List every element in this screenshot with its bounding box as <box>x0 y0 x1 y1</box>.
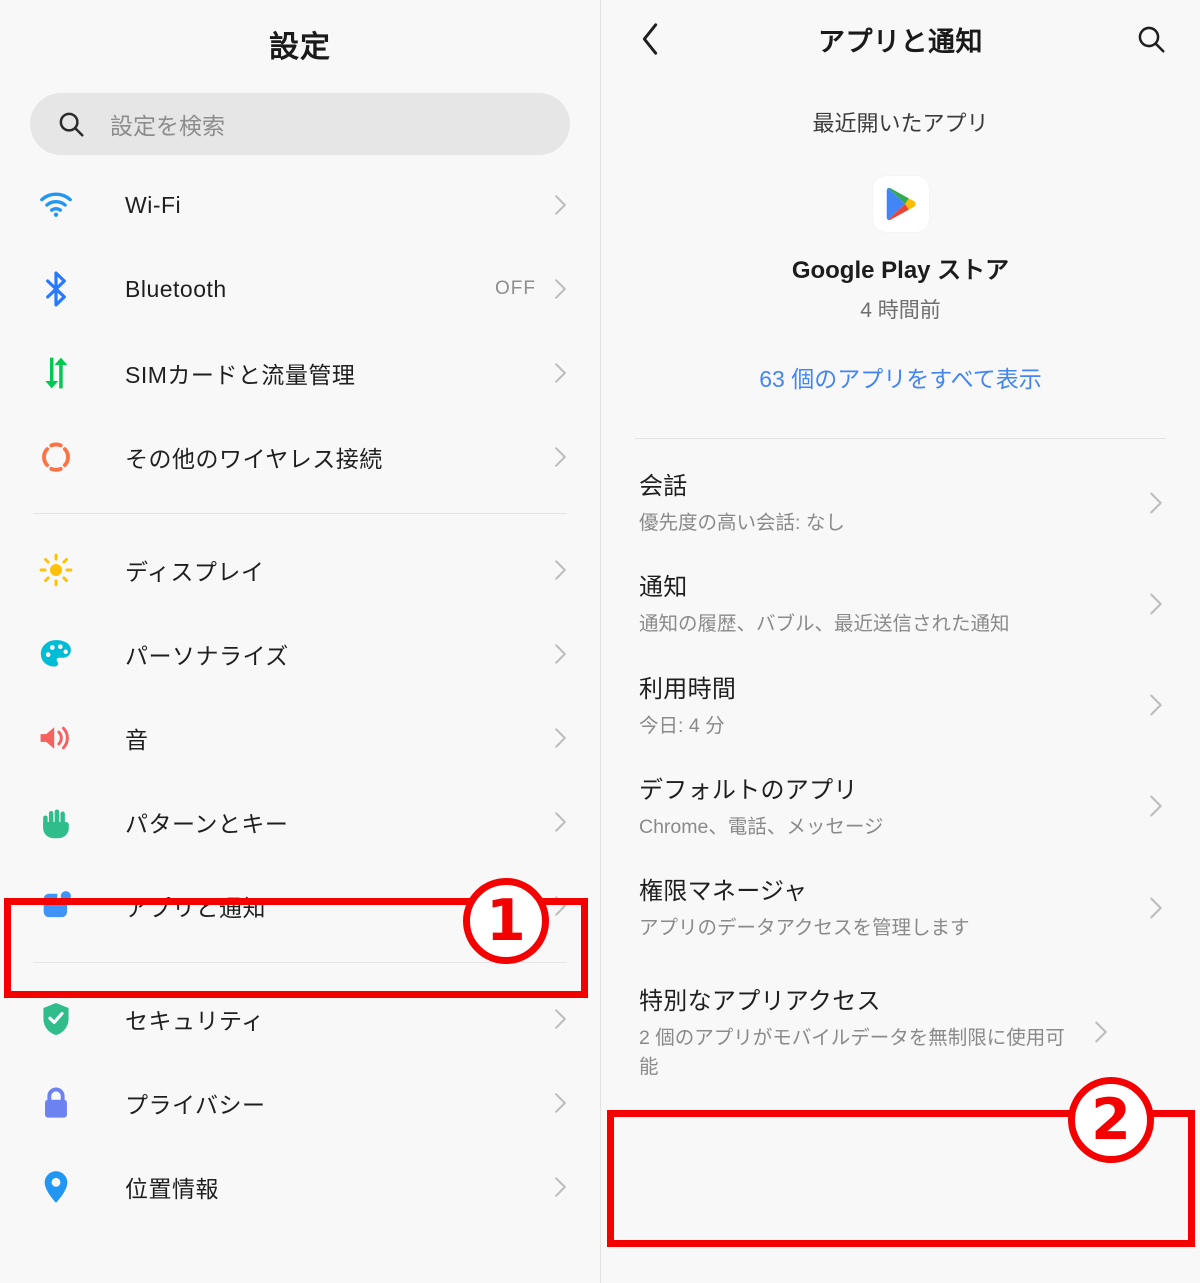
sim-data-icon <box>33 353 79 393</box>
list-item-title: 利用時間 <box>639 675 737 703</box>
list-item-permission-manager[interactable]: 権限マネージャ アプリのデータアクセスを管理します <box>601 856 1200 957</box>
list-item-subtitle: Chrome、電話、メッセージ <box>639 815 884 838</box>
sidebar-item-label: その他のワイヤレス接続 <box>125 446 383 472</box>
sidebar-item-label: SIMカードと流量管理 <box>125 362 356 388</box>
sidebar-item-label: ディスプレイ <box>125 559 265 585</box>
chevron-right-icon <box>554 362 567 384</box>
sidebar-item-label: プライバシー <box>125 1092 266 1118</box>
list-item-default-apps[interactable]: デフォルトのアプリ Chrome、電話、メッセージ <box>601 755 1200 856</box>
settings-list: 会話 優先度の高い会話: なし 通知 通知の履歴、バブル、最近送信された通知 利… <box>601 451 1200 1096</box>
list-item-subtitle: アプリのデータアクセスを管理します <box>639 917 970 940</box>
sidebar-item-wifi[interactable]: Wi-Fi <box>0 163 600 247</box>
recent-app-name: Google Play ストア <box>791 257 1010 284</box>
list-item-title: 会話 <box>639 473 688 500</box>
display-brightness-icon <box>33 550 79 590</box>
list-item-subtitle: 2 個のアプリがモバイルデータを無制限に使用可能 <box>639 1027 1065 1078</box>
chevron-right-icon <box>554 1008 567 1030</box>
sidebar-item-location[interactable]: 位置情報 <box>0 1145 600 1229</box>
list-item-title: デフォルトのアプリ <box>639 776 858 804</box>
chevron-right-icon <box>554 446 567 468</box>
chevron-right-icon <box>1094 1020 1107 1043</box>
annotation-callout-1: 1 <box>463 878 549 964</box>
chevron-right-icon <box>554 895 567 917</box>
sidebar-item-label: 音 <box>125 727 149 753</box>
sidebar-item-personalize[interactable]: パーソナライズ <box>0 612 600 696</box>
sidebar-item-label: パーソナライズ <box>125 643 289 669</box>
page-title: 設定 <box>269 31 331 64</box>
recent-app-card[interactable]: Google Play ストア 4 時間前 <box>601 176 1200 324</box>
chevron-right-icon <box>554 1176 567 1198</box>
list-item-conversations[interactable]: 会話 優先度の高い会話: なし <box>601 451 1200 552</box>
sidebar-item-sound[interactable]: 音 <box>0 696 600 780</box>
chevron-right-icon <box>554 643 567 665</box>
chevron-right-icon <box>1149 592 1162 615</box>
section-divider <box>635 438 1166 439</box>
see-all-apps-link[interactable]: 63 個のアプリをすべて表示 <box>601 360 1200 394</box>
google-play-icon <box>872 176 929 232</box>
page-title: アプリと通知 <box>818 26 983 57</box>
apps-notifications-icon <box>33 886 79 926</box>
recent-apps-label: 最近開いたアプリ <box>812 111 989 136</box>
apps-notifications-screen: アプリと通知 最近開いたアプリ Google Play ストア 4 時間前 63… <box>600 0 1200 1283</box>
chevron-right-icon <box>1149 491 1162 514</box>
search-placeholder: 設定を検索 <box>110 113 225 139</box>
list-item-notifications[interactable]: 通知 通知の履歴、バブル、最近送信された通知 <box>601 552 1200 653</box>
search-input[interactable]: 設定を検索 <box>30 93 570 155</box>
back-chevron-icon[interactable] <box>629 18 671 60</box>
sidebar-item-privacy[interactable]: プライバシー <box>0 1061 600 1145</box>
list-item-subtitle: 今日: 4 分 <box>639 714 725 737</box>
sidebar-item-sim-data[interactable]: SIMカードと流量管理 <box>0 331 600 415</box>
location-pin-icon <box>33 1167 79 1207</box>
recent-app-time: 4 時間前 <box>860 299 941 322</box>
hand-gesture-icon <box>33 802 79 842</box>
chevron-right-icon <box>554 727 567 749</box>
screenshot-root: 設定 設定を検索 Wi-Fi Bluetooth OFF SIMカードと流量管理… <box>0 0 1200 1283</box>
chevron-right-icon <box>554 559 567 581</box>
sidebar-item-bluetooth[interactable]: Bluetooth OFF <box>0 247 600 331</box>
sidebar-item-label: パターンとキー <box>125 811 289 837</box>
sidebar-item-value: OFF <box>495 278 536 299</box>
annotation-callout-2: 2 <box>1068 1077 1154 1163</box>
lock-icon <box>33 1083 79 1123</box>
shield-check-icon <box>33 999 79 1039</box>
chevron-right-icon <box>554 278 567 300</box>
list-divider <box>33 962 567 963</box>
list-item-title: 権限マネージャ <box>639 878 808 906</box>
chevron-right-icon <box>554 811 567 833</box>
sidebar-item-label: Wi-Fi <box>125 191 182 218</box>
chevron-right-icon <box>554 1092 567 1114</box>
sidebar-item-display[interactable]: ディスプレイ <box>0 528 600 612</box>
sidebar-item-label: 位置情報 <box>125 1176 219 1202</box>
sound-icon <box>33 718 79 758</box>
chevron-right-icon <box>1149 896 1162 919</box>
sidebar-item-label: Bluetooth <box>125 275 227 302</box>
chevron-right-icon <box>554 194 567 216</box>
chevron-right-icon <box>1149 794 1162 817</box>
app-bar: アプリと通知 <box>601 0 1200 78</box>
list-item-screen-time[interactable]: 利用時間 今日: 4 分 <box>601 654 1200 755</box>
settings-screen: 設定 設定を検索 Wi-Fi Bluetooth OFF SIMカードと流量管理… <box>0 0 600 1283</box>
sidebar-item-security[interactable]: セキュリティ <box>0 977 600 1061</box>
list-item-special-app-access[interactable]: 特別なアプリアクセス 2 個のアプリがモバイルデータを無制限に使用可能 <box>601 957 1200 1096</box>
wifi-icon <box>33 185 79 225</box>
search-icon[interactable] <box>1130 18 1172 60</box>
sidebar-item-pattern-keys[interactable]: パターンとキー <box>0 780 600 864</box>
search-icon <box>56 109 86 139</box>
list-item-subtitle: 優先度の高い会話: なし <box>639 512 845 534</box>
sidebar-item-label: セキュリティ <box>125 1008 265 1034</box>
wireless-icon <box>33 437 79 477</box>
chevron-right-icon <box>1149 693 1162 716</box>
list-item-subtitle: 通知の履歴、バブル、最近送信された通知 <box>639 613 1010 636</box>
settings-list: Wi-Fi Bluetooth OFF SIMカードと流量管理 その他のワイヤレ… <box>0 163 600 1229</box>
sidebar-item-other-wireless[interactable]: その他のワイヤレス接続 <box>0 415 600 499</box>
bluetooth-icon <box>33 269 79 309</box>
list-item-title: 特別なアプリアクセス <box>639 988 881 1016</box>
list-item-title: 通知 <box>639 574 688 602</box>
list-divider <box>33 513 567 514</box>
palette-icon <box>33 634 79 674</box>
